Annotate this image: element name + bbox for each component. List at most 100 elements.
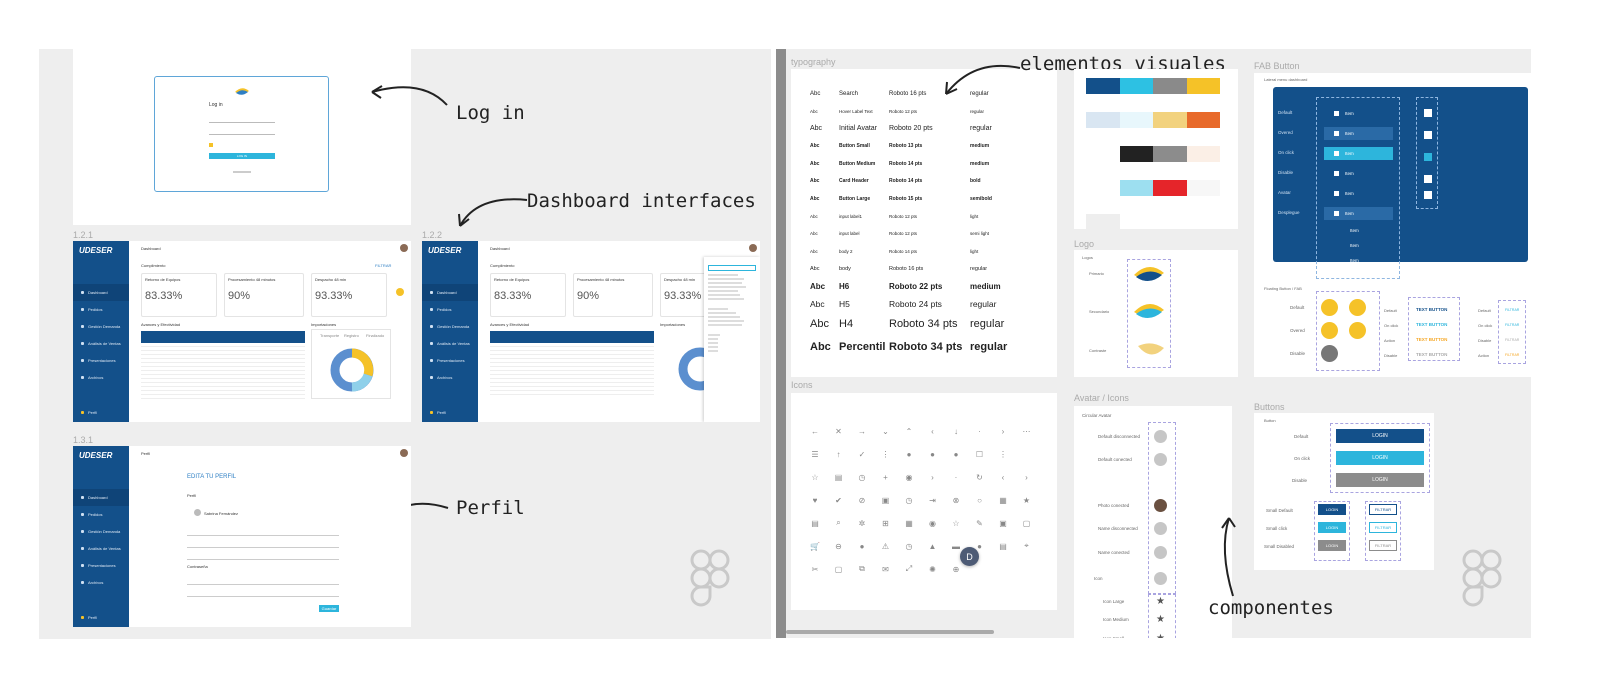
login-button[interactable]: LOGIN — [1336, 451, 1424, 465]
nav-pedidos[interactable]: Pedidos — [73, 506, 129, 523]
frame-label-buttons: Buttons — [1254, 402, 1285, 412]
forgot-link[interactable] — [233, 171, 251, 173]
grid-icon[interactable] — [1424, 175, 1432, 183]
text-button[interactable]: TEXT BUTTON — [1416, 337, 1447, 342]
fab-state-label: Overed — [1290, 328, 1305, 333]
kpi-card: Despacho 48 min 93.33% — [660, 273, 710, 317]
state-label: Overed — [1278, 130, 1293, 135]
field[interactable] — [187, 542, 339, 548]
nav-dashboard[interactable]: Dashboard — [422, 284, 478, 301]
color-swatch — [1153, 112, 1187, 128]
nav-archivos[interactable]: Archivos — [73, 574, 129, 591]
mini-button[interactable]: FILTRAR — [1505, 338, 1519, 342]
ui-icon: ☰ — [811, 449, 819, 459]
colors-card — [1074, 69, 1238, 230]
nav-demanda[interactable]: Gestión Demanda — [73, 318, 129, 335]
ui-icon: ◷ — [858, 472, 866, 482]
nav-demanda[interactable]: Gestión Demanda — [422, 318, 478, 335]
nav-ventas[interactable]: Análisis de Ventas — [73, 540, 129, 557]
color-swatch — [1119, 112, 1153, 128]
nav-archivos[interactable]: Archivos — [73, 369, 129, 386]
typography-cell: Abc — [810, 160, 820, 167]
outline-filter-button[interactable]: FILTRAR — [1369, 540, 1397, 551]
mini-button[interactable]: FILTRAR — [1505, 323, 1519, 327]
fab-button[interactable] — [1349, 299, 1366, 316]
typography-cell: body — [839, 265, 851, 272]
avatar[interactable] — [749, 244, 757, 252]
small-login-button[interactable]: LOGIN — [1318, 504, 1346, 515]
color-swatch — [1119, 146, 1153, 162]
nav-dashboard[interactable]: Dashboard — [73, 284, 129, 301]
nav-ventas[interactable]: Análisis de Ventas — [73, 335, 129, 352]
outline-filter-button[interactable]: FILTRAR — [1369, 522, 1397, 533]
user-field[interactable] — [209, 117, 275, 123]
kpi-card: Despacho 48 min 93.33% — [311, 273, 387, 317]
logo-contrast-icon — [1138, 343, 1164, 355]
menu-item-label: Item — [1345, 211, 1354, 216]
nav-perfil[interactable]: Perfil — [73, 404, 129, 421]
ui-icon: ● — [930, 449, 935, 459]
password-field[interactable] — [209, 129, 275, 135]
nav-ventas[interactable]: Análisis de Ventas — [422, 335, 478, 352]
remember-checkbox[interactable] — [209, 143, 213, 147]
avatar[interactable] — [400, 449, 408, 457]
nav-presentaciones[interactable]: Presentaciones — [422, 352, 478, 369]
login-card: Log in LOG IN — [154, 76, 329, 192]
menu-item[interactable]: Item — [1324, 207, 1393, 220]
nav-pedidos[interactable]: Pedidos — [422, 301, 478, 318]
nav-pedidos[interactable]: Pedidos — [73, 301, 129, 318]
ui-icon: ↑ — [836, 449, 841, 459]
filter-button[interactable]: FILTRAR — [375, 263, 391, 268]
avatar-label: Default disconnected — [1098, 434, 1141, 439]
outline-filter-button[interactable]: FILTRAR — [1369, 504, 1397, 515]
field[interactable] — [187, 530, 339, 536]
nav-archivos[interactable]: Archivos — [422, 369, 478, 386]
menu-item[interactable]: Item — [1324, 187, 1393, 200]
field[interactable] — [187, 591, 339, 597]
menu-item[interactable]: Item — [1324, 147, 1393, 160]
typography-cell: medium — [970, 143, 990, 150]
menu-item[interactable]: Item — [1324, 127, 1393, 140]
fab-button[interactable] — [1321, 345, 1338, 362]
login-button[interactable]: LOGIN — [1336, 429, 1424, 443]
nav-dashboard[interactable]: Dashboard — [73, 489, 129, 506]
avatar[interactable] — [400, 244, 408, 252]
menu-item[interactable]: Item — [1324, 107, 1393, 120]
mini-button[interactable]: FILTRAR — [1505, 353, 1519, 357]
fab-button[interactable] — [1349, 322, 1366, 339]
grid-icon[interactable] — [1424, 153, 1432, 161]
grid-icon[interactable] — [1424, 109, 1432, 117]
login-button[interactable]: LOGIN — [1336, 473, 1424, 487]
filter-panel[interactable] — [704, 257, 760, 422]
text-button[interactable]: TEXT BUTTON — [1416, 307, 1447, 312]
menu-item[interactable]: Item — [1324, 167, 1393, 180]
scrollbar[interactable] — [786, 630, 994, 634]
typography-row: Abc Card Header Roboto 14 pts bold — [810, 173, 1050, 191]
save-button[interactable]: Guardar — [319, 605, 339, 612]
small-login-button[interactable]: LOGIN — [1318, 522, 1346, 533]
mini-button[interactable]: FILTRAR — [1505, 308, 1519, 312]
text-button[interactable]: TEXT BUTTON — [1416, 322, 1447, 327]
ui-icon: ⊘ — [858, 495, 866, 505]
login-button[interactable]: LOG IN — [209, 153, 275, 159]
nav-perfil[interactable]: Perfil — [73, 609, 129, 626]
fab-button[interactable] — [1321, 322, 1338, 339]
nav-demanda[interactable]: Gestión Demanda — [73, 523, 129, 540]
avatar-label: Name disconnected — [1098, 526, 1138, 531]
grid-icon[interactable] — [1424, 131, 1432, 139]
nav-presentaciones[interactable]: Presentaciones — [73, 557, 129, 574]
avatar-placeholder — [1154, 430, 1167, 443]
ui-icon: ☆ — [952, 518, 960, 528]
typography-row: Abc H5 Roboto 24 pts regular — [810, 295, 1050, 313]
frame-label-131: 1.3.1 — [73, 435, 94, 445]
icon-grid: ← ✕ → ⌄ ⌃ ‹ ↓ · › ⋯ ☰ ↑ ✓ ⋮ ● ● ● ☐ ⋮ ☆ ▤ ◷ + ◉ › · ↻ ‹ › ♥ ✔ ⊘ ▣ ◷ ⇥ ⊗ ○ ▦ ★ ▤… — [809, 425, 1049, 575]
field[interactable] — [187, 579, 339, 585]
fab-button[interactable] — [1321, 299, 1338, 316]
nav-perfil[interactable]: Perfil — [422, 404, 478, 421]
field[interactable] — [187, 554, 339, 560]
nav-presentaciones[interactable]: Presentaciones — [73, 352, 129, 369]
grid-icon[interactable] — [1424, 191, 1432, 199]
small-login-button[interactable]: LOGIN — [1318, 540, 1346, 551]
text-button[interactable]: TEXT BUTTON — [1416, 352, 1447, 357]
typography-cell: H5 — [839, 298, 850, 309]
